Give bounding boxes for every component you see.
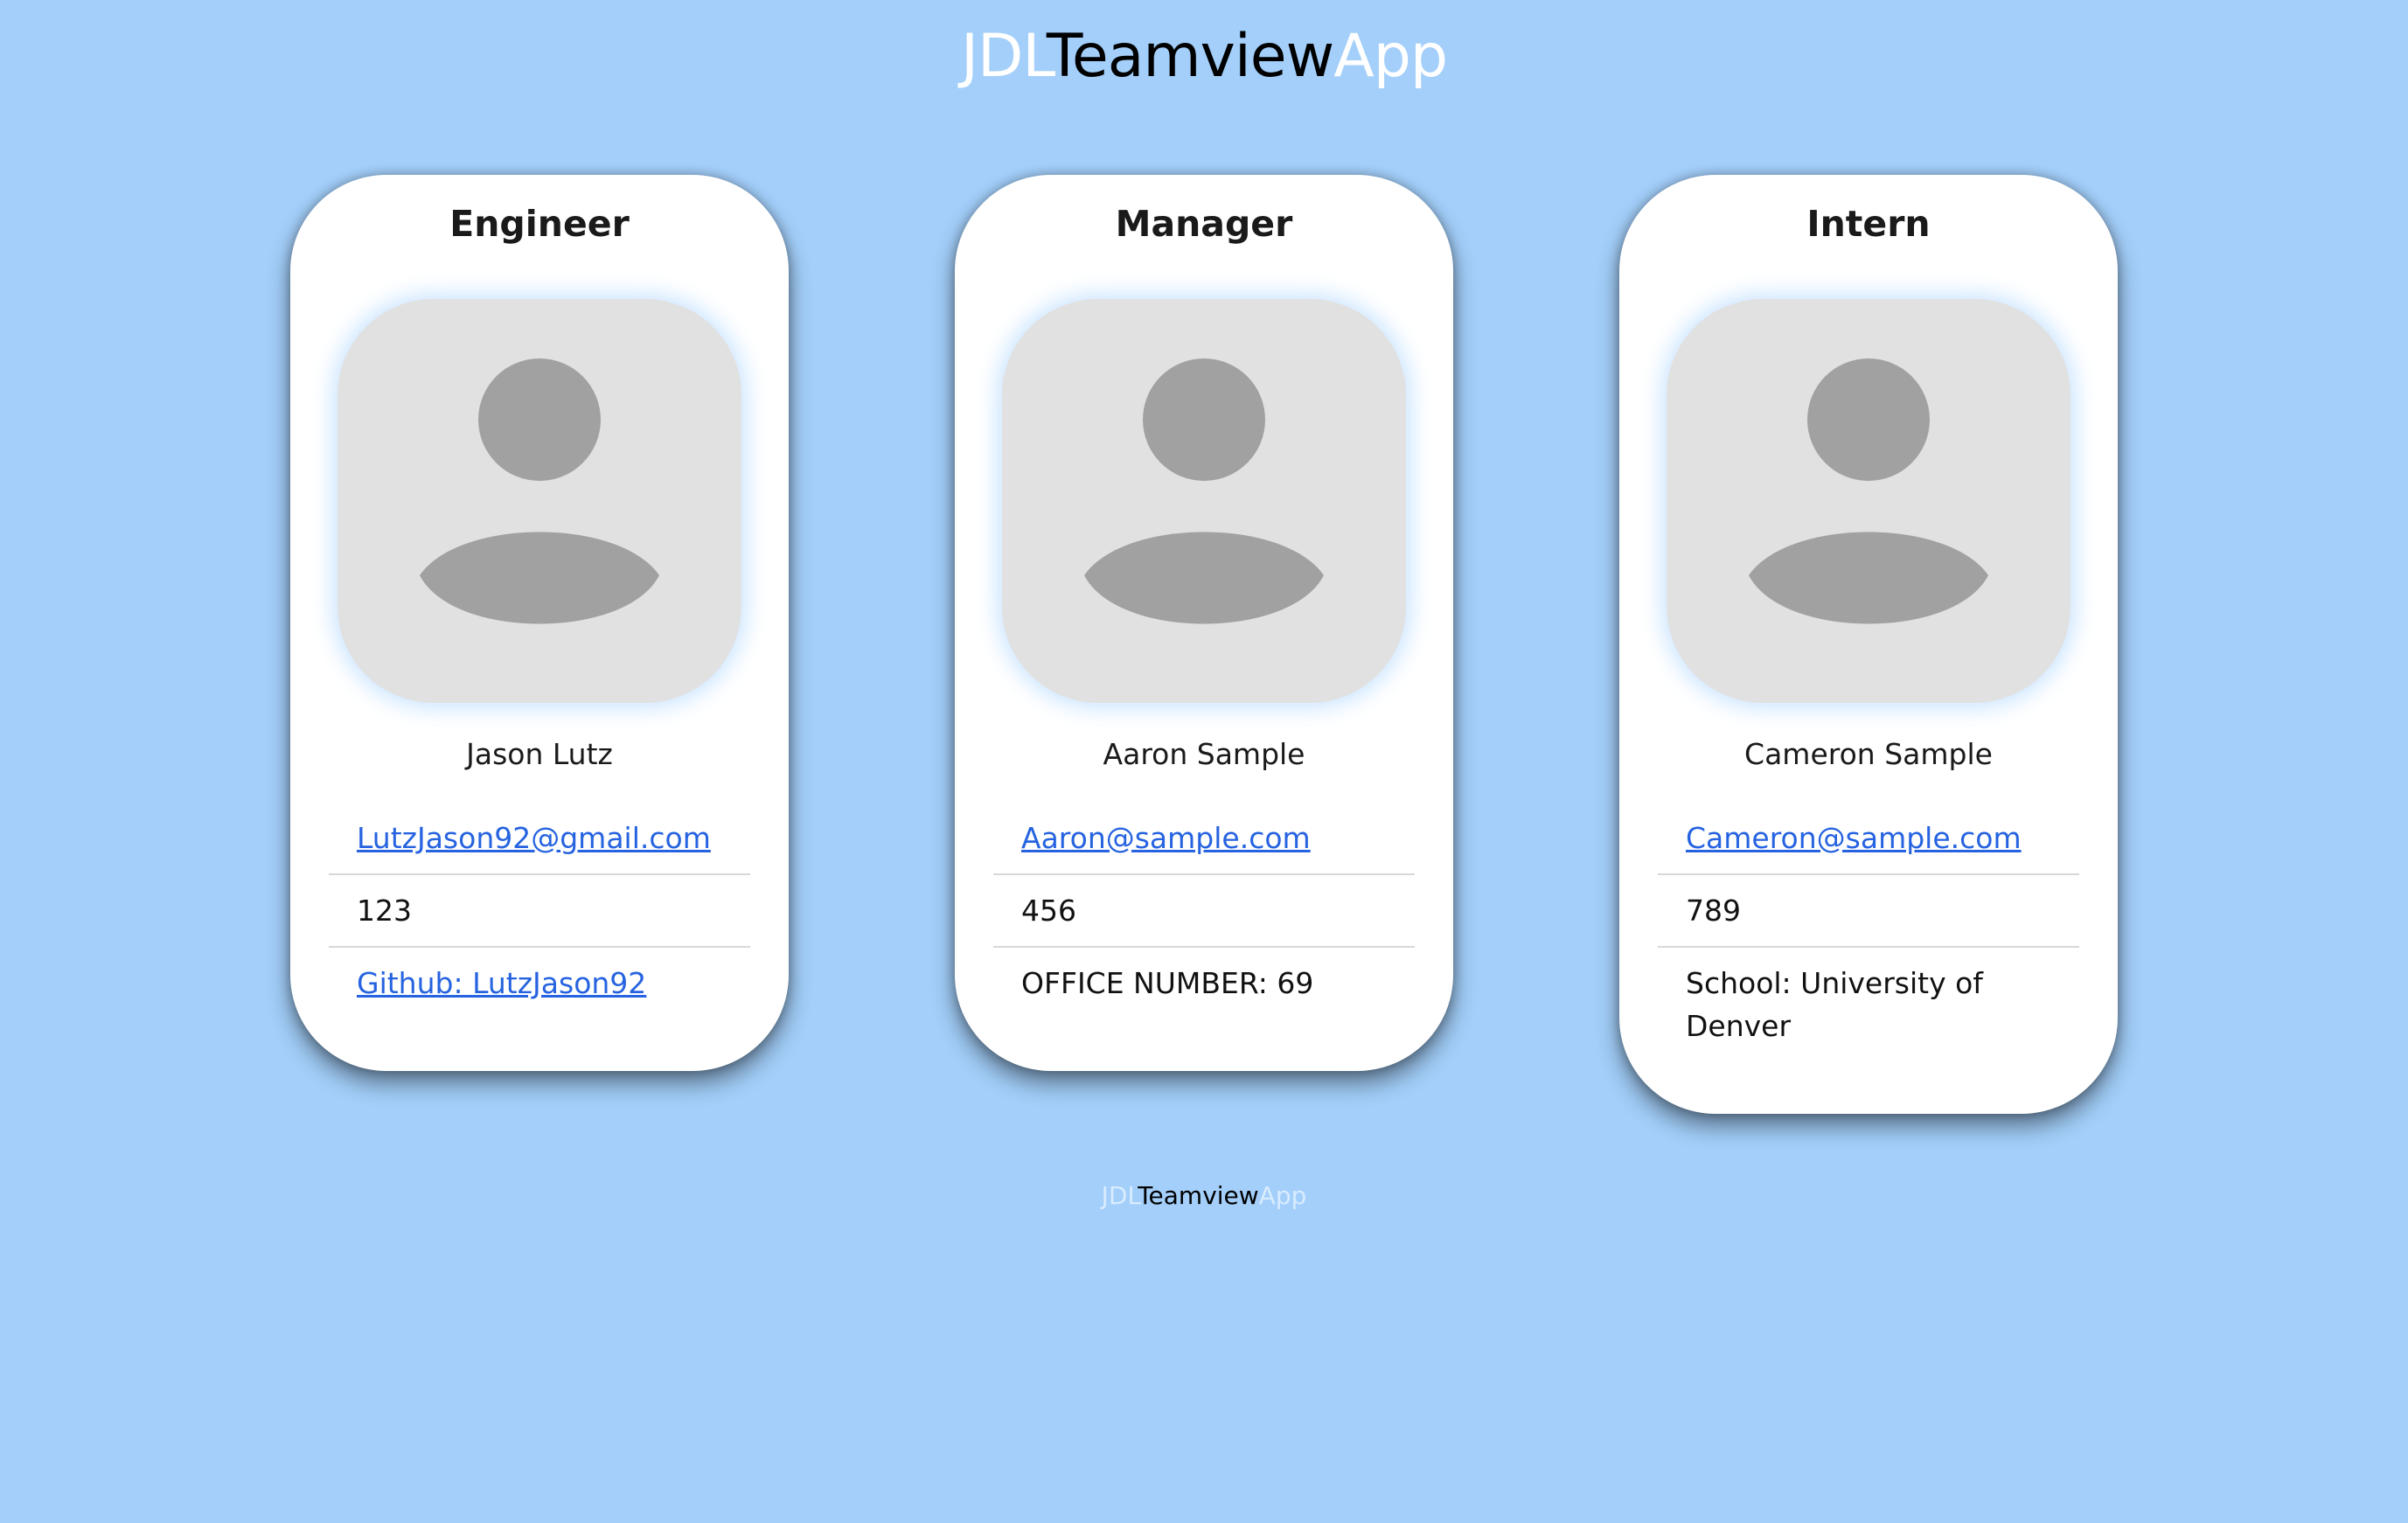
info-list: LutzJason92@gmail.com 123 Github: LutzJa… [329,803,750,1019]
info-list: Aaron@sample.com 456 OFFICE NUMBER: 69 [993,803,1415,1019]
email-link[interactable]: Cameron@sample.com [1686,821,2022,855]
employee-name: Jason Lutz [466,737,613,771]
card-role: Engineer [449,203,630,245]
avatar [1667,299,2070,703]
id-item: 456 [993,875,1415,948]
footer-jdl: JDL [1101,1181,1138,1210]
app-title-jdl: JDL [960,22,1047,91]
employee-name: Aaron Sample [1103,737,1305,771]
app-title-teamview: Teamview [1046,22,1334,91]
app-title-app: App [1333,22,1448,91]
email-item: Aaron@sample.com [993,803,1415,875]
employee-name: Cameron Sample [1744,737,1993,771]
school-item: School: University of Denver [1658,948,2079,1061]
card-role: Intern [1806,203,1931,245]
employee-card-engineer: Engineer Jason Lutz LutzJason92@gmail.co… [290,175,789,1071]
school-text: School: University of Denver [1686,966,1983,1043]
card-role: Manager [1115,203,1293,245]
avatar [338,299,741,703]
person-icon [420,358,659,624]
github-link[interactable]: Github: LutzJason92 [357,966,646,1000]
github-item: Github: LutzJason92 [329,948,750,1019]
info-list: Cameron@sample.com 789 School: Universit… [1658,803,2079,1061]
footer: JDLTeamviewApp [0,1179,2408,1214]
id-item: 789 [1658,875,2079,948]
employee-card-intern: Intern Cameron Sample Cameron@sample.com… [1619,175,2118,1114]
person-icon [1084,358,1324,624]
id-item: 123 [329,875,750,948]
employee-card-manager: Manager Aaron Sample Aaron@sample.com 45… [955,175,1453,1071]
email-link[interactable]: LutzJason92@gmail.com [357,821,711,855]
app-title: JDLTeamviewApp [0,17,2408,96]
email-link[interactable]: Aaron@sample.com [1021,821,1311,855]
email-item: Cameron@sample.com [1658,803,2079,875]
avatar [1002,299,1406,703]
footer-app: App [1258,1181,1307,1210]
footer-teamview: Teamview [1138,1181,1259,1210]
office-number-item: OFFICE NUMBER: 69 [1021,966,1314,1000]
email-item: LutzJason92@gmail.com [329,803,750,875]
person-icon [1749,358,1988,624]
